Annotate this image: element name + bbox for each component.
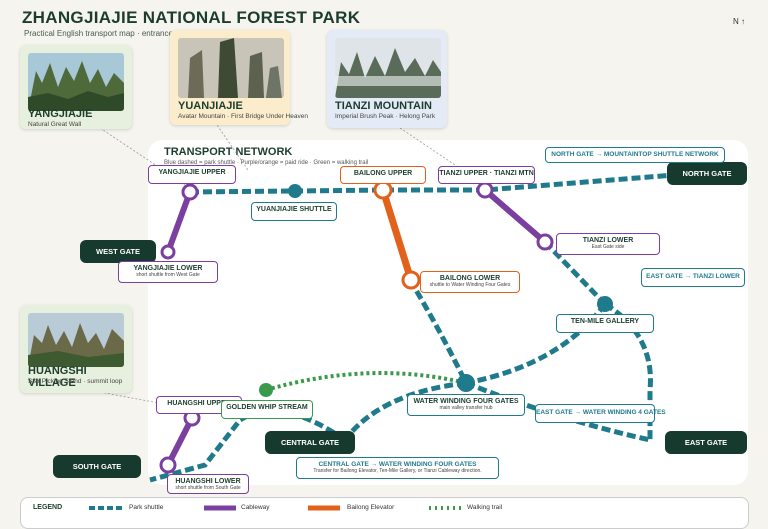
gate-east[interactable]: EAST GATE	[665, 431, 747, 454]
legend-cableway: Cableway	[241, 504, 270, 511]
mountain-photo-icon	[178, 38, 284, 98]
photo-yuanjiajie	[178, 38, 284, 98]
route-label: EAST GATE → TIANZI LOWER	[646, 273, 740, 280]
cableway-yangjiajie	[165, 190, 193, 254]
card-tianzi-mountain[interactable]: TIANZI MOUNTAIN Imperial Brush Peak · He…	[327, 30, 447, 128]
node-yangjiajie-upper	[181, 183, 199, 201]
trail-swatch-icon	[429, 506, 461, 510]
elevator-swatch-icon	[308, 505, 340, 511]
route-central-gate[interactable]: CENTRAL GATE → WATER WINDING FOUR GATES …	[296, 457, 499, 479]
gate-central[interactable]: CENTRAL GATE	[265, 431, 355, 454]
station-bailong-lower[interactable]: BAILONG LOWER shuttle to Water Winding F…	[420, 271, 520, 293]
station-desc: East Gate side	[591, 244, 625, 250]
node-yangjiajie-lower	[160, 244, 176, 260]
card-yuanjiajie-desc: Avatar Mountain · First Bridge Under Hea…	[178, 113, 308, 120]
station-label: YANGJIAJIE LOWER	[133, 265, 203, 272]
node-yuanjiajie-shuttle	[288, 184, 302, 198]
legend: LEGEND Park shuttle Cableway Bailong Ele…	[20, 497, 749, 529]
station-label: BAILONG UPPER	[353, 170, 413, 177]
node-bailong-lower	[401, 270, 421, 290]
node-ten-mile-gallery	[597, 296, 613, 312]
mountain-photo-icon	[28, 53, 124, 111]
card-huangshi-desc: Star Picking Stand · summit loop	[28, 378, 123, 385]
card-huangshi-village[interactable]: HUANGSHI VILLAGE Star Picking Stand · su…	[20, 305, 132, 393]
card-tianzi-desc: Imperial Brush Peak · Helong Park	[335, 113, 436, 120]
legend-elevator: Bailong Elevator	[347, 504, 395, 511]
route-label: NORTH GATE → MOUNTAINTOP SHUTTLE NETWORK	[551, 151, 719, 158]
station-tianzi-lower[interactable]: TIANZI LOWER East Gate side	[556, 233, 660, 255]
station-yangjiajie-upper[interactable]: YANGJIAJIE UPPER	[148, 165, 236, 184]
station-water-winding[interactable]: WATER WINDING FOUR GATES main valley tra…	[407, 394, 525, 416]
station-label: TEN-MILE GALLERY	[570, 318, 640, 325]
station-ten-mile-gallery[interactable]: TEN-MILE GALLERY	[556, 314, 654, 333]
station-huangshi-lower[interactable]: HUANGSHI LOWER short shuttle from South …	[167, 474, 249, 494]
gate-north[interactable]: NORTH GATE	[667, 162, 747, 185]
route-north-gate[interactable]: NORTH GATE → MOUNTAINTOP SHUTTLE NETWORK	[545, 147, 725, 163]
station-label: TIANZI UPPER · TIANZI MTN	[439, 170, 534, 177]
route-east-wwfg[interactable]: EAST GATE → WATER WINDING 4 GATES	[535, 404, 666, 423]
cableway-tianzi	[483, 187, 547, 245]
gate-west[interactable]: WEST GATE	[80, 240, 156, 263]
route-desc: Transfer for Bailong Elevator, Ten-Mile …	[313, 468, 482, 474]
legend-trail: Walking trail	[467, 504, 503, 511]
node-huangshi-lower	[159, 456, 177, 474]
mountain-photo-icon	[28, 313, 124, 367]
legend-shuttle: Park shuttle	[129, 504, 164, 511]
node-bailong-upper	[373, 180, 393, 200]
shuttle-bailong-to-wwfg	[407, 278, 469, 385]
bailong-elevator-line	[379, 188, 415, 282]
route-east-tianzi[interactable]: EAST GATE → TIANZI LOWER	[641, 268, 745, 287]
station-label: YUANJIAJIE SHUTTLE	[256, 206, 332, 213]
node-tianzi-upper	[476, 181, 494, 199]
photo-tianzi-mountain	[335, 38, 441, 98]
card-huangshi-name: HUANGSHI VILLAGE	[28, 365, 87, 389]
mountain-photo-icon	[335, 38, 441, 98]
station-desc: short shuttle from South Gate	[175, 485, 241, 491]
station-desc: short shuttle from West Gate	[136, 272, 200, 278]
station-desc: main valley transfer hub	[439, 405, 493, 411]
station-yangjiajie-lower[interactable]: YANGJIAJIE LOWER short shuttle from West…	[118, 261, 218, 283]
station-label: HUANGSHI LOWER	[175, 478, 241, 485]
card-tianzi-name: TIANZI MOUNTAIN	[335, 100, 432, 112]
gate-south[interactable]: SOUTH GATE	[53, 455, 141, 478]
route-label: EAST GATE → WATER WINDING 4 GATES	[536, 409, 666, 416]
shuttle-swatch-icon	[89, 506, 123, 510]
route-label: CENTRAL GATE → WATER WINDING FOUR GATES	[318, 461, 477, 468]
station-label: GOLDEN WHIP STREAM	[226, 404, 308, 411]
station-label: TIANZI LOWER	[582, 237, 634, 244]
node-water-winding	[457, 374, 475, 392]
cableway-swatch-icon	[204, 505, 236, 511]
station-bailong-upper[interactable]: BAILONG UPPER	[340, 166, 426, 184]
node-tianzi-lower	[536, 233, 554, 251]
photo-huangshi-village	[28, 313, 124, 367]
card-yangjiajie[interactable]: YANGJIAJIE Natural Great Wall	[20, 45, 132, 129]
legend-title: LEGEND	[33, 504, 63, 511]
node-golden-whip	[259, 383, 273, 397]
photo-yangjiajie	[28, 53, 124, 111]
station-tianzi-upper[interactable]: TIANZI UPPER · TIANZI MTN	[438, 166, 535, 184]
card-yangjiajie-name: YANGJIAJIE	[28, 108, 93, 120]
card-yuanjiajie-name: YUANJIAJIE	[178, 100, 243, 112]
station-label: BAILONG LOWER	[439, 275, 501, 282]
station-label: YANGJIAJIE UPPER	[158, 169, 226, 176]
station-label: WATER WINDING FOUR GATES	[413, 398, 519, 405]
station-desc: shuttle to Water Winding Four Gates	[429, 282, 511, 288]
station-yuanjiajie-shuttle[interactable]: YUANJIAJIE SHUTTLE	[251, 202, 337, 221]
station-golden-whip[interactable]: GOLDEN WHIP STREAM	[221, 400, 313, 419]
card-yuanjiajie[interactable]: YUANJIAJIE Avatar Mountain · First Bridg…	[170, 30, 308, 125]
card-yangjiajie-desc: Natural Great Wall	[28, 121, 82, 128]
